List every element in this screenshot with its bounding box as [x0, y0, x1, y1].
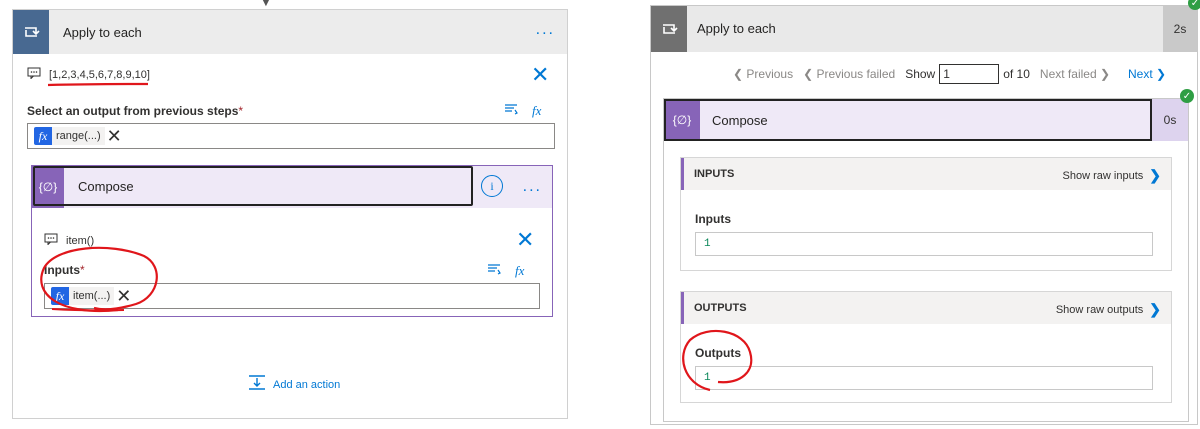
annotation-overlay: [40, 82, 753, 392]
annotation-circle: [40, 246, 158, 313]
annotation-circle: [682, 329, 753, 392]
annotation-underline: [47, 82, 149, 87]
